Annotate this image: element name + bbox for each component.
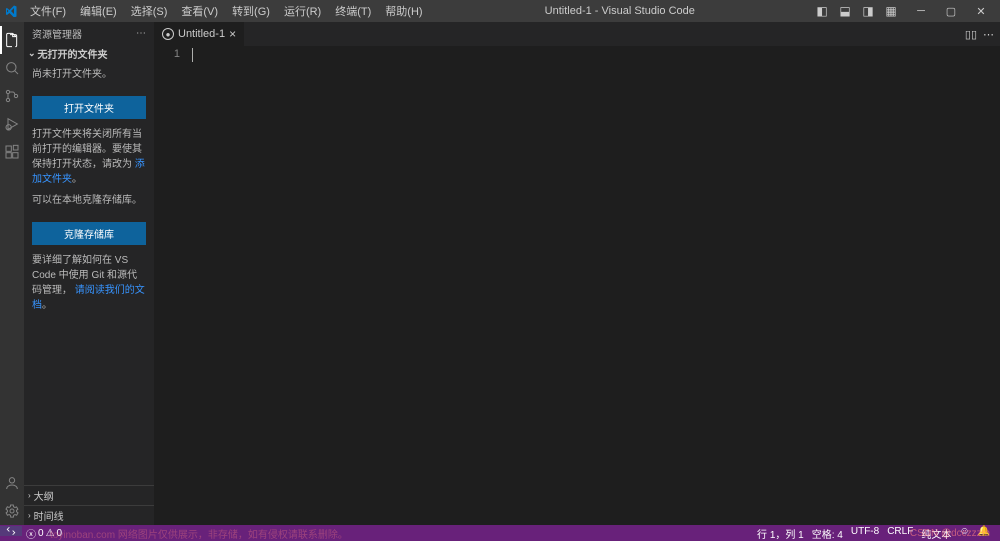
- main-area: 资源管理器 ⋯ ⌄ 无打开的文件夹 尚未打开文件夹。 打开文件夹 打开文件夹将关…: [0, 22, 1000, 525]
- toggle-primary-sidebar-icon[interactable]: ◧: [811, 0, 833, 22]
- feedback-icon[interactable]: ☺: [955, 526, 973, 537]
- text-cursor: [192, 48, 193, 62]
- vscode-logo-icon: [4, 4, 18, 18]
- minimize-button[interactable]: ─: [906, 0, 936, 22]
- editor-area: ● Untitled-1 × ▯▯ ⋯ 1: [154, 22, 1000, 525]
- tab-bar: ● Untitled-1 × ▯▯ ⋯: [154, 22, 1000, 46]
- outline-section[interactable]: › 大纲: [24, 485, 154, 505]
- watermark-left: toyinoban.com 网络图片仅供展示，非存储，如有侵权请联系删除。: [50, 526, 348, 541]
- file-modified-icon: ●: [162, 28, 174, 40]
- text-input-area[interactable]: [190, 46, 930, 525]
- tab-label: Untitled-1: [178, 28, 225, 40]
- activity-extensions[interactable]: [0, 138, 24, 166]
- activity-run-debug[interactable]: [0, 110, 24, 138]
- error-icon: ⓧ: [26, 526, 36, 541]
- window-controls: ─ ▢ ✕: [906, 0, 996, 22]
- clone-description: 可以在本地克隆存储库。: [32, 193, 146, 208]
- section-toggle[interactable]: ⌄ 无打开的文件夹: [24, 44, 154, 63]
- window-title: Untitled-1 - Visual Studio Code: [429, 5, 811, 17]
- activity-explorer[interactable]: [0, 26, 24, 54]
- line-number: 1: [154, 48, 180, 60]
- menu-run[interactable]: 运行(R): [278, 1, 327, 21]
- activity-source-control[interactable]: [0, 82, 24, 110]
- problems-item[interactable]: ⓧ0 ⚠0: [22, 526, 66, 541]
- activity-search[interactable]: [0, 54, 24, 82]
- status-bar: ⓧ0 ⚠0 行 1，列 1 空格: 4 UTF-8 CRLF 纯文本 ☺ 🔔 t…: [0, 525, 1000, 541]
- no-folder-text: 尚未打开文件夹。: [32, 67, 146, 82]
- minimap[interactable]: [930, 46, 1000, 525]
- cursor-position[interactable]: 行 1，列 1: [753, 526, 808, 541]
- menu-go[interactable]: 转到(G): [226, 1, 276, 21]
- toggle-panel-icon[interactable]: ⬓: [834, 0, 856, 22]
- encoding[interactable]: UTF-8: [847, 526, 883, 537]
- more-actions-icon[interactable]: ⋯: [983, 28, 994, 41]
- sidebar-more-icon[interactable]: ⋯: [136, 28, 146, 39]
- timeline-label: 时间线: [34, 508, 64, 523]
- indentation[interactable]: 空格: 4: [808, 526, 847, 541]
- menu-bar: 文件(F) 编辑(E) 选择(S) 查看(V) 转到(G) 运行(R) 终端(T…: [24, 1, 429, 21]
- open-folder-button[interactable]: 打开文件夹: [32, 96, 146, 119]
- editor-tab[interactable]: ● Untitled-1 ×: [154, 22, 245, 46]
- text-editor[interactable]: 1: [154, 46, 1000, 525]
- line-gutter: 1: [154, 46, 190, 525]
- toggle-secondary-sidebar-icon[interactable]: ◨: [857, 0, 879, 22]
- chevron-down-icon: ⌄: [28, 48, 36, 59]
- clone-repo-button[interactable]: 克隆存储库: [32, 222, 146, 245]
- section-title-label: 无打开的文件夹: [38, 46, 108, 61]
- chevron-right-icon: ›: [28, 491, 31, 500]
- timeline-section[interactable]: › 时间线: [24, 505, 154, 525]
- menu-file[interactable]: 文件(F): [24, 1, 72, 21]
- activity-bar: [0, 22, 24, 525]
- tab-actions: ▯▯ ⋯: [965, 22, 1000, 46]
- language-mode[interactable]: 纯文本: [917, 526, 955, 541]
- chevron-right-icon: ›: [28, 511, 31, 520]
- learn-description: 要详细了解如何在 VS Code 中使用 Git 和源代码管理， 请阅读我们的文…: [32, 253, 146, 313]
- no-folder-section: ⌄ 无打开的文件夹 尚未打开文件夹。 打开文件夹 打开文件夹将关闭所有当前打开的…: [24, 44, 154, 323]
- title-bar: 文件(F) 编辑(E) 选择(S) 查看(V) 转到(G) 运行(R) 终端(T…: [0, 0, 1000, 22]
- explorer-sidebar: 资源管理器 ⋯ ⌄ 无打开的文件夹 尚未打开文件夹。 打开文件夹 打开文件夹将关…: [24, 22, 154, 525]
- menu-terminal[interactable]: 终端(T): [329, 1, 377, 21]
- sidebar-header: 资源管理器 ⋯: [24, 22, 154, 44]
- eol[interactable]: CRLF: [883, 526, 917, 537]
- maximize-button[interactable]: ▢: [936, 0, 966, 22]
- split-editor-icon[interactable]: ▯▯: [965, 28, 977, 41]
- warning-icon: ⚠: [46, 528, 55, 539]
- remote-indicator[interactable]: [0, 526, 22, 536]
- sidebar-title: 资源管理器: [32, 26, 82, 41]
- menu-help[interactable]: 帮助(H): [379, 1, 428, 21]
- open-folder-description: 打开文件夹将关闭所有当前打开的编辑器。要使其保持打开状态，请改为 添加文件夹。: [32, 127, 146, 187]
- menu-view[interactable]: 查看(V): [175, 1, 224, 21]
- tab-close-icon[interactable]: ×: [229, 27, 236, 41]
- menu-edit[interactable]: 编辑(E): [74, 1, 123, 21]
- close-button[interactable]: ✕: [966, 0, 996, 22]
- menu-selection[interactable]: 选择(S): [125, 1, 174, 21]
- layout-controls: ◧ ⬓ ◨ ▦: [811, 0, 902, 22]
- activity-settings[interactable]: [0, 497, 24, 525]
- activity-accounts[interactable]: [0, 469, 24, 497]
- customize-layout-icon[interactable]: ▦: [880, 0, 902, 22]
- outline-label: 大纲: [34, 488, 54, 503]
- notifications-icon[interactable]: 🔔: [974, 526, 994, 537]
